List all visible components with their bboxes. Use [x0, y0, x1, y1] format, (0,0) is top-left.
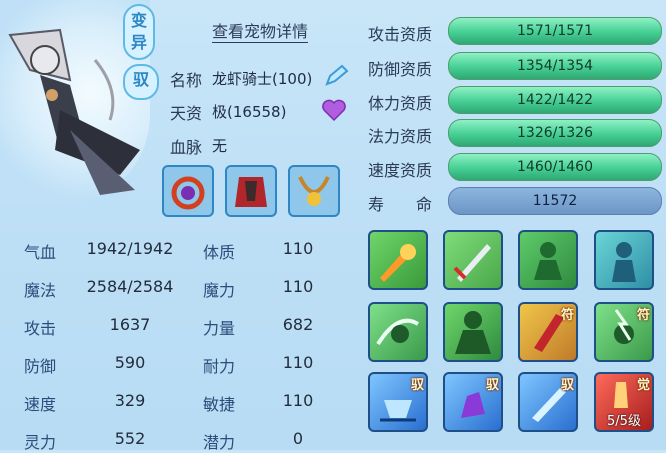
aptitude-label-speed: 速度资质 [368, 161, 433, 180]
talisman-tag: 符 [636, 308, 650, 323]
name-label: 名称 [170, 71, 203, 90]
stat-label-magic: 魔力 [203, 281, 236, 300]
stat-label-speed: 速度 [24, 395, 57, 414]
bind-badge: 驭 [123, 64, 159, 100]
stat-value-endurance: 110 [282, 353, 314, 372]
awaken-tag: 觉 [636, 378, 650, 393]
skill-2[interactable] [443, 230, 503, 290]
skill-10[interactable]: 驭 [443, 372, 503, 432]
sword-icon [453, 244, 491, 282]
equip-slot-3[interactable] [288, 165, 340, 217]
ring-icon [171, 176, 205, 210]
aptitude-label-attack: 攻击资质 [368, 25, 433, 44]
life-bar: 11572 [448, 187, 662, 215]
skill-5[interactable] [368, 302, 428, 362]
variant-badge: 变异 [123, 4, 155, 60]
stat-label-endurance: 耐力 [203, 357, 236, 376]
aptitude-bar-stamina: 1422/1422 [448, 86, 662, 114]
skill-7[interactable]: 符 [518, 302, 578, 362]
stat-label-potential: 潜力 [203, 433, 236, 452]
giant-icon [455, 311, 491, 354]
heart-icon[interactable] [320, 96, 348, 124]
skill-4[interactable] [594, 230, 654, 290]
equip-slot-2[interactable] [225, 165, 277, 217]
skill-3[interactable] [518, 230, 578, 290]
equip-slot-1[interactable] [162, 165, 214, 217]
stat-value-defense: 590 [114, 353, 146, 372]
stat-value-potential: 0 [292, 429, 304, 448]
life-label: 寿 命 [368, 195, 433, 214]
name-value: 龙虾骑士(100) [212, 70, 313, 88]
skill-11[interactable]: 驭 [518, 372, 578, 432]
skill-12[interactable]: 觉 5/5级 [594, 372, 654, 432]
stat-label-mp: 魔法 [24, 281, 57, 300]
stat-value-magic: 110 [282, 277, 314, 296]
aptitude-label-stamina: 体力资质 [368, 94, 433, 113]
stat-value-strength: 682 [282, 315, 314, 334]
stat-value-hp: 1942/1942 [86, 239, 174, 258]
aptitude-bar-speed: 1460/1460 [448, 153, 662, 181]
stat-label-attack: 攻击 [24, 319, 57, 338]
bind-tag: 驭 [560, 378, 574, 393]
warrior-icon [534, 242, 562, 280]
bloodline-label: 血脉 [170, 138, 203, 157]
talisman-tag: 符 [560, 308, 574, 323]
stat-value-constitution: 110 [282, 239, 314, 258]
talent-label: 天资 [170, 104, 203, 123]
stat-value-spirit: 552 [114, 429, 146, 448]
aptitude-label-defense: 防御资质 [368, 60, 433, 79]
skill-level: 5/5级 [607, 414, 641, 429]
stat-label-defense: 防御 [24, 357, 57, 376]
bind-tag: 驭 [485, 378, 499, 393]
talent-value: 极(16558) [212, 103, 287, 121]
skill-8[interactable]: 符 [594, 302, 654, 362]
stat-value-speed: 329 [114, 391, 146, 410]
spirit-icon [612, 242, 636, 282]
bind-tag: 驭 [410, 378, 424, 393]
aptitude-bar-defense: 1354/1354 [448, 52, 662, 80]
skill-1[interactable] [368, 230, 428, 290]
aptitude-bar-mana: 1326/1326 [448, 119, 662, 147]
bloodline-value: 无 [212, 137, 228, 155]
armor-icon [235, 177, 267, 207]
stat-value-agility: 110 [282, 391, 314, 410]
stat-label-spirit: 灵力 [24, 433, 57, 452]
skill-6[interactable] [443, 302, 503, 362]
stat-label-strength: 力量 [203, 319, 236, 338]
view-pet-details-link[interactable]: 查看宠物详情 [212, 18, 309, 43]
aptitude-bar-attack: 1571/1571 [448, 17, 662, 45]
stat-label-hp: 气血 [24, 243, 57, 262]
aptitude-label-mana: 法力资质 [368, 127, 433, 146]
stat-value-mp: 2584/2584 [86, 277, 174, 296]
stat-label-constitution: 体质 [203, 243, 236, 262]
skill-9[interactable]: 驭 [368, 372, 428, 432]
slash-warrior-icon [376, 318, 420, 346]
fire-sword-icon [380, 244, 416, 282]
rename-pencil-icon[interactable] [322, 62, 350, 90]
necklace-icon [298, 176, 330, 206]
stat-value-attack: 1637 [109, 315, 151, 334]
stat-label-agility: 敏捷 [203, 395, 236, 414]
